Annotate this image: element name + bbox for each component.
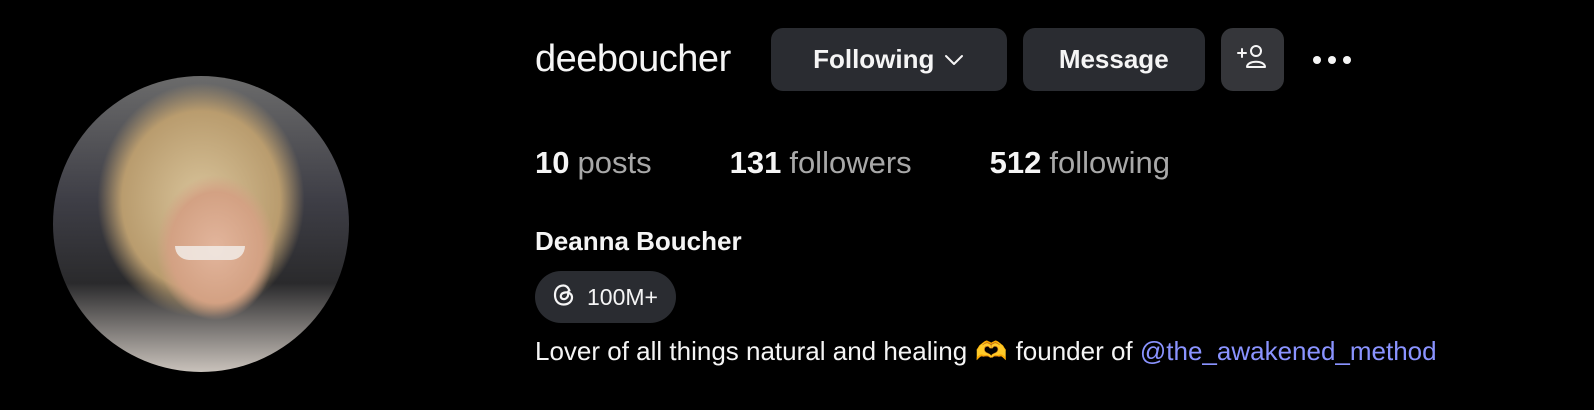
stat-followers-value: 131 (729, 145, 782, 180)
threads-count: 100M+ (587, 283, 658, 310)
threads-icon (549, 280, 579, 315)
add-person-icon (1236, 43, 1268, 76)
bio-mention-link[interactable]: @the_awakened_method (1140, 336, 1437, 366)
username: deeboucher (535, 38, 731, 80)
message-button-label: Message (1058, 44, 1169, 74)
following-button-label: Following (813, 44, 935, 74)
suggested-accounts-button[interactable] (1220, 28, 1284, 91)
full-name: Deanna Boucher (535, 226, 742, 256)
stat-followers[interactable]: 131 followers (730, 145, 912, 181)
bio-text-middle: founder of (1015, 336, 1133, 366)
avatar-smile-shape (175, 246, 245, 260)
message-button[interactable]: Message (1022, 28, 1205, 91)
profile-header-row: deeboucher Following Message (535, 28, 1352, 91)
stat-posts: 10 posts (535, 145, 652, 181)
threads-badge[interactable]: 100M+ (535, 271, 676, 323)
stat-posts-label: posts (577, 145, 652, 180)
more-options-icon[interactable] (1312, 45, 1352, 75)
profile-avatar[interactable] (53, 76, 349, 372)
stat-following[interactable]: 512 following (990, 145, 1170, 181)
heart-hands-emoji: 🫶 (975, 336, 1008, 366)
profile-stats: 10 posts 131 followers 512 following (535, 145, 1248, 181)
bio-text-before: Lover of all things natural and healing (535, 336, 968, 366)
stat-following-value: 512 (989, 145, 1042, 180)
bio: Lover of all things natural and healing 🫶… (535, 336, 1437, 367)
chevron-down-icon (944, 54, 964, 66)
following-button[interactable]: Following (770, 28, 1007, 91)
stat-posts-value: 10 (535, 145, 570, 180)
stat-followers-label: followers (789, 145, 912, 180)
stat-following-label: following (1049, 145, 1171, 180)
